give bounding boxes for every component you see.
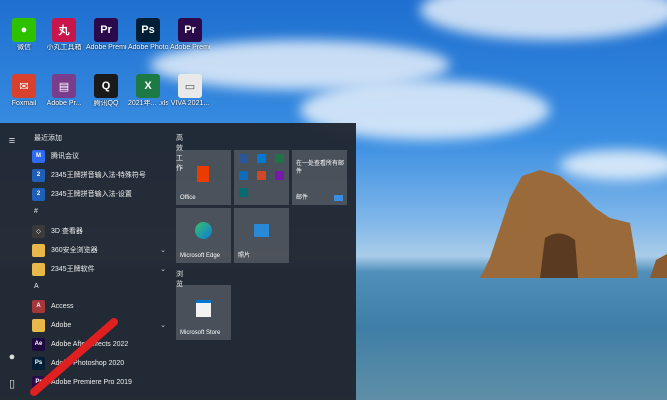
store-tile-label: Microsoft Store	[180, 330, 221, 336]
app-group-header: #	[34, 208, 38, 215]
desktop-icon[interactable]: Pr Adobe Premie...	[86, 18, 126, 52]
chevron-down-icon[interactable]: ⌄	[160, 246, 166, 254]
app-label: Access	[51, 302, 74, 310]
desktop-icon[interactable]: Ps Adobe Photosh...	[128, 18, 168, 52]
edge-icon	[195, 222, 212, 239]
winrar-icon: ▤	[52, 74, 76, 98]
photos-icon	[254, 224, 269, 237]
access-icon: A	[32, 299, 45, 313]
excel-file-icon: X	[136, 74, 160, 98]
hamburger-icon[interactable]: ≡	[5, 135, 19, 149]
app-label: 2345王牌软件	[51, 266, 95, 273]
desktop-icon-label: Adobe Premie...	[86, 44, 126, 51]
mail-tile-note: 在一处查看所有邮件	[296, 161, 345, 175]
office-apps-tile[interactable]	[234, 150, 289, 205]
photos-tile-label: 照片	[238, 253, 251, 259]
app-list-item[interactable]: ◇ 3D 查看器	[32, 222, 170, 240]
pinyin-icon: 2	[32, 187, 45, 201]
powerpoint-icon	[257, 171, 266, 180]
office-tile-label: Office	[180, 195, 196, 201]
app-list-item[interactable]: 2345王牌软件 ⌄	[32, 260, 170, 278]
sea-rock	[480, 170, 667, 278]
red-arrow-annotation	[30, 318, 118, 396]
folder-icon	[32, 262, 45, 276]
premiere-icon: Pr	[94, 18, 118, 42]
desktop-icon[interactable]: Pr Adobe Premie...	[170, 18, 210, 52]
app-list-item[interactable]: 360安全浏览器 ⌄	[32, 241, 170, 259]
desktop-icon[interactable]: ▭ VIVA 2021...	[170, 74, 210, 108]
desktop-icon[interactable]: Q 腾讯QQ	[86, 74, 126, 108]
foxmail-icon: ✉	[12, 74, 36, 98]
photoshop-icon: Ps	[136, 18, 160, 42]
recent-header: 最近添加	[34, 135, 62, 142]
desktop-icon-label: Adobe Photosh...	[128, 44, 168, 51]
premiere-icon: Pr	[178, 18, 202, 42]
outlook-icon	[257, 154, 266, 163]
wechat-icon: ●	[12, 18, 36, 42]
3d-viewer-icon: ◇	[32, 224, 45, 238]
app-label: 2345王牌拼音输入法-特殊符号	[51, 172, 146, 179]
desktop-icon-label: 小丸工具箱	[46, 44, 82, 51]
desktop-icon-label: Foxmail	[11, 100, 37, 107]
folder-icon	[32, 243, 45, 257]
onenote-icon	[275, 171, 284, 180]
chevron-down-icon[interactable]: ⌄	[160, 321, 166, 329]
office-tile[interactable]: Office	[176, 150, 231, 205]
pinyin-icon: 2	[32, 168, 45, 182]
desktop-icon-label: 2021年... .xlsx	[128, 100, 168, 107]
desktop-icon-label: VIVA 2021...	[170, 100, 210, 107]
desktop-icon-label: 微信	[17, 44, 31, 51]
onedrive-icon	[239, 171, 248, 180]
desktop-icon[interactable]: ▤ Adobe Pr...	[44, 74, 84, 108]
tencent-meeting-icon: M	[32, 149, 45, 163]
desktop-icon-label: Adobe Premie...	[170, 44, 210, 51]
mail-tile[interactable]: 在一处查看所有邮件 邮件	[292, 150, 347, 205]
store-icon	[196, 300, 211, 317]
desktop-icon-label: Adobe Pr...	[46, 100, 82, 107]
desktop-icon[interactable]: ✉ Foxmail	[4, 74, 44, 108]
desktop-icon[interactable]: X 2021年... .xlsx	[128, 74, 168, 108]
edge-tile[interactable]: Microsoft Edge	[176, 208, 231, 263]
app-list-item[interactable]: 2 2345王牌拼音输入法-设置	[32, 185, 170, 203]
qq-icon: Q	[94, 74, 118, 98]
toolbox-icon: 丸	[52, 18, 76, 42]
chevron-down-icon[interactable]: ⌄	[160, 265, 166, 273]
document-file-icon: ▭	[178, 74, 202, 98]
store-tile[interactable]: Microsoft Store	[176, 285, 231, 340]
desktop-icon-label: 腾讯QQ	[93, 100, 119, 107]
app-label: 3D 查看器	[51, 228, 83, 235]
app-group-header: A	[34, 283, 39, 290]
excel-icon	[275, 154, 284, 163]
edge-tile-label: Microsoft Edge	[180, 253, 221, 259]
word-icon	[239, 154, 248, 163]
office-icon	[197, 166, 209, 182]
app-list-item[interactable]: 2 2345王牌拼音输入法-特殊符号	[32, 166, 170, 184]
sharepoint-icon	[239, 188, 248, 197]
app-label: 腾讯会议	[51, 153, 79, 160]
mail-icon	[334, 195, 343, 201]
app-label: 360安全浏览器	[51, 247, 98, 254]
desktop-icon[interactable]: ● 微信	[4, 18, 44, 52]
photos-tile[interactable]: 照片	[234, 208, 289, 263]
desktop-icon[interactable]: 丸小丸工具箱	[44, 18, 84, 52]
app-list-item[interactable]: M 腾讯会议	[32, 147, 170, 165]
mail-tile-label: 邮件	[296, 195, 309, 201]
app-label: 2345王牌拼音输入法-设置	[51, 191, 132, 198]
